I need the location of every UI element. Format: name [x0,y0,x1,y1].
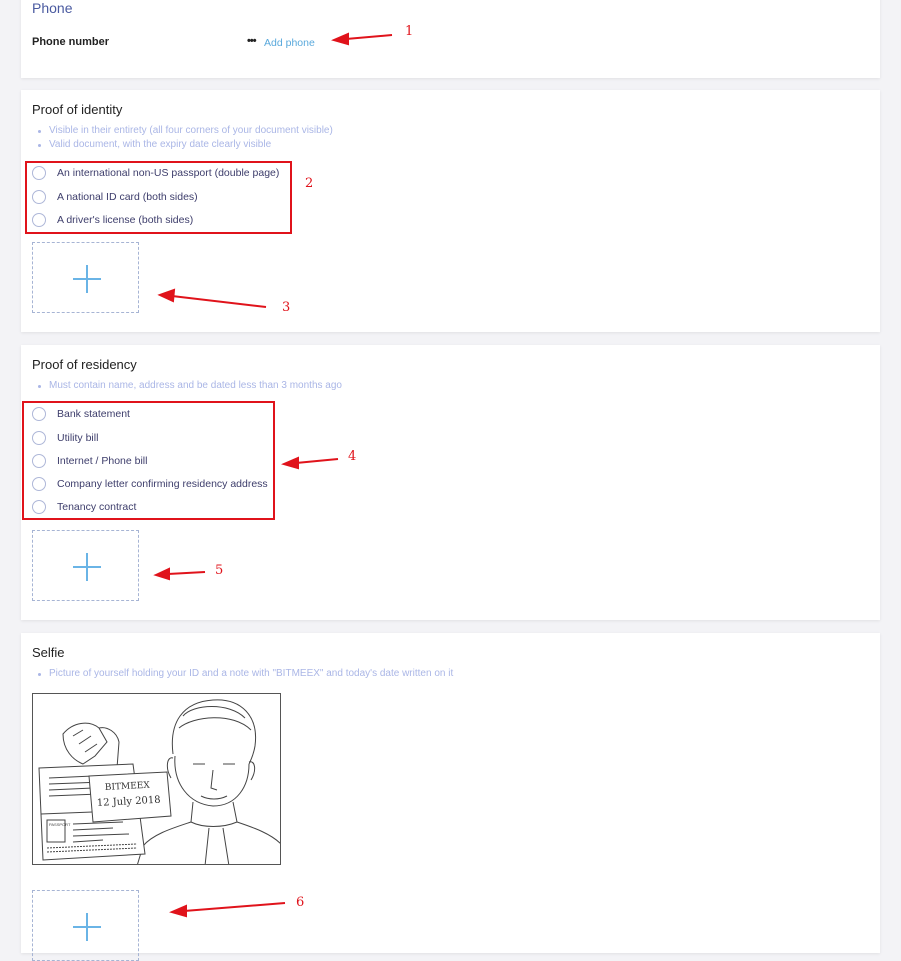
annotation-number-6: 6 [296,895,305,910]
annotation-number-2: 2 [305,176,314,191]
annotation-number-1: 1 [405,24,414,39]
annotation-number-3: 3 [282,300,291,315]
annotation-arrows [153,32,393,918]
annotation-number-5: 5 [215,563,224,578]
annotation-number-4: 4 [348,449,357,464]
